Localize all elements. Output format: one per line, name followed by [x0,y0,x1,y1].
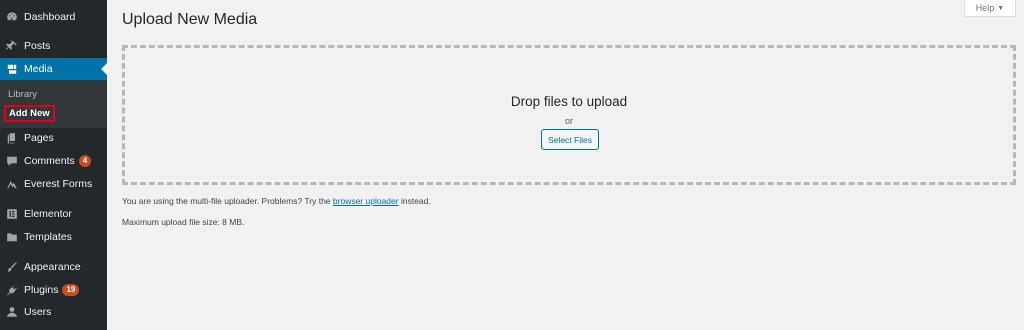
dropdown-arrow-icon: ▼ [997,4,1005,12]
uploader-info-suffix: instead. [400,196,431,206]
upload-drop-zone[interactable]: Drop files to upload or Select Files [122,45,1016,185]
submenu-item-add-new[interactable]: Add New [4,105,55,122]
sidebar-item-label: Posts [24,40,51,52]
paintbrush-icon [6,261,18,273]
sidebar-item-plugins[interactable]: Plugins 19 [0,279,107,301]
max-upload-size-text: Maximum upload file size: 8 MB. [122,217,245,227]
admin-sidebar: Dashboard Posts Media Library Add New Pa… [0,0,107,330]
comment-icon [6,155,18,167]
sidebar-item-templates[interactable]: Templates [0,226,107,248]
sidebar-item-label: Comments [24,155,75,167]
browser-uploader-link[interactable]: browser uploader [333,196,399,206]
sidebar-item-elementor[interactable]: Elementor [0,203,107,225]
media-submenu: Library Add New [0,80,107,128]
pin-icon [6,40,18,52]
submenu-item-library[interactable]: Library [8,89,37,100]
plugins-update-badge: 19 [62,284,80,296]
uploader-info-text: You are using the multi-file uploader. P… [122,196,431,206]
sidebar-item-pages[interactable]: Pages [0,127,107,149]
sidebar-item-label: Everest Forms [24,178,93,190]
elementor-icon [6,208,18,220]
user-icon [6,306,18,318]
sidebar-item-label: Dashboard [24,11,76,23]
sidebar-item-label: Templates [24,231,72,243]
select-files-button[interactable]: Select Files [541,129,599,150]
comments-count-badge: 4 [78,155,92,167]
page-title: Upload New Media [122,11,258,28]
sidebar-item-label: Appearance [24,261,81,273]
sidebar-item-label: Elementor [24,208,72,220]
sidebar-item-dashboard[interactable]: Dashboard [0,6,107,28]
everest-forms-icon [6,178,18,190]
dashboard-icon [6,11,18,23]
pages-icon [6,132,18,144]
folder-icon [6,231,18,243]
plug-icon [6,284,18,296]
sidebar-item-comments[interactable]: Comments 4 [0,150,107,172]
sidebar-item-users[interactable]: Users [0,301,107,323]
or-text: or [564,116,573,126]
sidebar-item-label: Pages [24,132,54,144]
sidebar-item-everest-forms[interactable]: Everest Forms [0,173,107,195]
sidebar-item-posts[interactable]: Posts [0,35,107,57]
sidebar-item-label: Users [24,306,52,318]
media-icon [6,63,18,75]
active-indicator-arrow [101,63,107,75]
sidebar-item-label: Media [24,63,53,75]
uploader-info-prefix: You are using the multi-file uploader. P… [122,196,331,206]
help-label: Help [975,3,995,13]
drop-files-text: Drop files to upload [510,94,628,109]
help-tab-button[interactable]: Help ▼ [964,0,1016,17]
sidebar-item-media[interactable]: Media [0,58,107,80]
sidebar-item-label: Plugins [24,284,59,296]
sidebar-item-appearance[interactable]: Appearance [0,256,107,278]
